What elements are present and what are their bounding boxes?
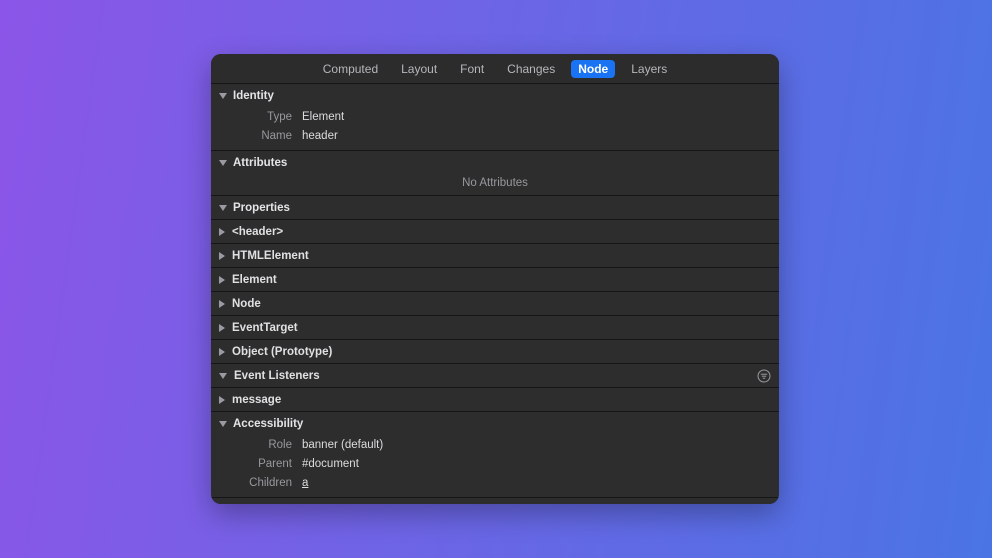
event-listeners-section-title: Event Listeners (234, 370, 320, 382)
accessibility-role-value: banner (default) (302, 439, 383, 451)
property-group-label: <header> (232, 226, 283, 238)
accessibility-children-link[interactable]: a (302, 477, 308, 489)
disclosure-triangle-right-icon (219, 348, 225, 356)
event-listener-group-label: message (232, 394, 281, 406)
disclosure-triangle-right-icon (219, 252, 225, 260)
property-group-label: HTMLElement (232, 250, 309, 262)
property-group-eventtarget[interactable]: EventTarget (211, 316, 779, 340)
tab-layout[interactable]: Layout (394, 60, 444, 78)
disclosure-triangle-right-icon (219, 300, 225, 308)
disclosure-triangle-down-icon (219, 160, 227, 166)
details-tab-bar: Computed Layout Font Changes Node Layers (211, 54, 779, 84)
disclosure-triangle-down-icon (219, 373, 227, 379)
identity-rows: Type Element Name header (211, 107, 779, 150)
accessibility-rows: Role banner (default) Parent #document C… (211, 435, 779, 497)
event-listener-group-message[interactable]: message (211, 388, 779, 412)
event-listeners-section-header[interactable]: Event Listeners (211, 364, 779, 388)
filter-options-icon (757, 369, 771, 383)
property-group-node[interactable]: Node (211, 292, 779, 316)
event-listeners-filter-button[interactable] (756, 368, 772, 384)
disclosure-triangle-right-icon (219, 324, 225, 332)
tab-font[interactable]: Font (453, 60, 491, 78)
disclosure-triangle-right-icon (219, 228, 225, 236)
identity-name-label: Name (211, 130, 292, 142)
tab-changes[interactable]: Changes (500, 60, 562, 78)
property-group-htmlelement[interactable]: HTMLElement (211, 244, 779, 268)
identity-section-title: Identity (233, 90, 274, 102)
disclosure-triangle-down-icon (219, 421, 227, 427)
accessibility-parent-value: #document (302, 458, 359, 470)
disclosure-triangle-down-icon (219, 205, 227, 211)
attributes-section: Attributes No Attributes (211, 151, 779, 196)
properties-section-header[interactable]: Properties (211, 196, 779, 219)
accessibility-section-title: Accessibility (233, 418, 303, 430)
identity-section: Identity Type Element Name header (211, 84, 779, 151)
property-group-element[interactable]: Element (211, 268, 779, 292)
properties-section-title: Properties (233, 202, 290, 214)
tab-computed[interactable]: Computed (316, 60, 385, 78)
tab-layers[interactable]: Layers (624, 60, 674, 78)
identity-type-value: Element (302, 111, 344, 123)
tab-node[interactable]: Node (571, 60, 615, 78)
property-group-label: Node (232, 298, 261, 310)
attributes-section-title: Attributes (233, 157, 287, 169)
property-group-label: Element (232, 274, 277, 286)
accessibility-role-label: Role (211, 439, 292, 451)
disclosure-triangle-right-icon (219, 276, 225, 284)
attributes-section-header[interactable]: Attributes (211, 151, 779, 174)
panel-footer (211, 498, 779, 504)
disclosure-triangle-down-icon (219, 93, 227, 99)
disclosure-triangle-right-icon (219, 396, 225, 404)
identity-type-label: Type (211, 111, 292, 123)
accessibility-section: Accessibility Role banner (default) Pare… (211, 412, 779, 498)
properties-section: Properties (211, 196, 779, 220)
identity-name-row: Name header (211, 126, 779, 145)
accessibility-parent-label: Parent (211, 458, 292, 470)
inspector-details-panel: Computed Layout Font Changes Node Layers… (211, 54, 779, 504)
property-group-label: Object (Prototype) (232, 346, 332, 358)
accessibility-children-label: Children (211, 477, 292, 489)
property-group-label: EventTarget (232, 322, 298, 334)
identity-section-header[interactable]: Identity (211, 84, 779, 107)
identity-name-value: header (302, 130, 338, 142)
accessibility-section-header[interactable]: Accessibility (211, 412, 779, 435)
no-attributes-note: No Attributes (211, 174, 779, 195)
property-group-header-element[interactable]: <header> (211, 220, 779, 244)
accessibility-parent-row: Parent #document (211, 454, 779, 473)
accessibility-role-row: Role banner (default) (211, 435, 779, 454)
property-group-object-prototype[interactable]: Object (Prototype) (211, 340, 779, 364)
accessibility-children-row: Children a (211, 473, 779, 492)
identity-type-row: Type Element (211, 107, 779, 126)
